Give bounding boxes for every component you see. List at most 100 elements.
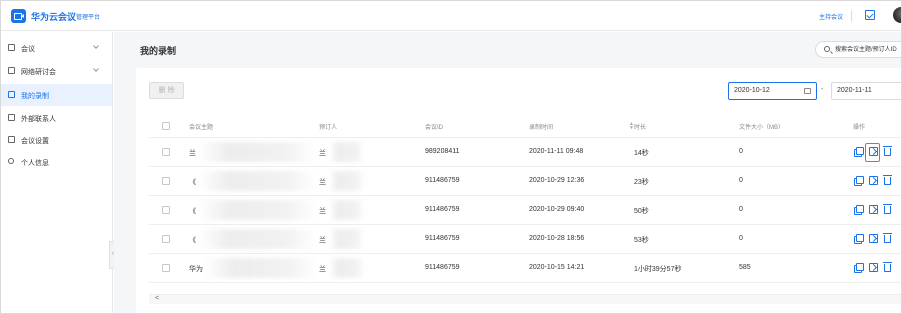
row-checkbox[interactable] xyxy=(162,177,170,185)
cell-duration: 1小时39分57秒 xyxy=(634,266,682,273)
sidebar-item-personal-info[interactable]: 个人信息 xyxy=(1,151,112,173)
table-row: 兰 兰 989208411 2020-11-11 09:48 14秒 0 xyxy=(149,138,901,167)
copy-icon[interactable] xyxy=(854,205,864,215)
brand-subtitle: 管理平台 xyxy=(76,15,101,21)
cell-meeting-id: 911486759 xyxy=(425,264,460,271)
redacted-blur xyxy=(199,171,317,191)
cell-booker: 兰 xyxy=(319,150,326,157)
sidebar-item-webinar[interactable]: 网络研讨会 xyxy=(1,60,112,82)
cell-duration: 14秒 xyxy=(634,150,649,157)
cell-booker: 兰 xyxy=(319,237,326,244)
share-link-icon[interactable] xyxy=(869,263,878,272)
copy-icon[interactable] xyxy=(854,263,864,273)
row-checkbox[interactable] xyxy=(162,148,170,156)
cell-subject: 《 xyxy=(189,208,196,215)
trash-icon[interactable] xyxy=(883,204,892,214)
redacted-blur xyxy=(199,142,317,162)
sidebar-item-meeting[interactable]: 会议 xyxy=(1,37,112,59)
cell-meeting-id: 911486759 xyxy=(425,235,460,242)
copy-icon[interactable] xyxy=(854,234,864,244)
cell-meeting-id: 989208411 xyxy=(425,148,460,155)
cell-file-size: 0 xyxy=(739,177,743,184)
recordings-card: 删 除 2020-10-12 - 2020-11-11 会议主题 预订人 会议I… xyxy=(136,68,901,313)
cell-duration: 53秒 xyxy=(634,237,649,244)
sidebar-item-label: 会议 xyxy=(21,46,35,53)
chevron-down-icon xyxy=(93,43,99,49)
cell-subject: 华为 xyxy=(189,266,203,273)
trash-icon[interactable] xyxy=(883,175,892,185)
copy-icon[interactable] xyxy=(854,147,864,157)
cell-record-time: 2020-10-29 12:36 xyxy=(529,177,585,184)
cell-file-size: 0 xyxy=(739,148,743,155)
column-header-meeting-id: 会议ID xyxy=(425,125,444,131)
row-checkbox[interactable] xyxy=(162,264,170,272)
meeting-icon xyxy=(8,44,15,51)
person-icon xyxy=(8,158,14,164)
cell-subject: 《 xyxy=(189,237,196,244)
delete-button[interactable]: 删 除 xyxy=(149,82,184,99)
cell-booker: 兰 xyxy=(319,266,326,273)
search-icon xyxy=(824,46,830,52)
cell-subject: 《 xyxy=(189,179,196,186)
contact-icon xyxy=(8,114,15,121)
cell-record-time: 2020-11-11 09:48 xyxy=(529,148,584,155)
sidebar-item-my-recordings[interactable]: 我的录制 xyxy=(1,84,112,106)
row-checkbox[interactable] xyxy=(162,235,170,243)
column-header-booker: 预订人 xyxy=(319,125,338,131)
sidebar-item-label: 个人信息 xyxy=(21,160,49,167)
share-link-icon[interactable] xyxy=(869,205,878,214)
select-all-checkbox[interactable] xyxy=(162,122,170,130)
app-window: 华为云会议 管理平台 主持会议 会议 网络研讨会 我的录制 外部联系人 会议设置 xyxy=(0,0,902,314)
sidebar-item-meeting-settings[interactable]: 会议设置 xyxy=(1,129,112,151)
trash-icon[interactable] xyxy=(883,262,892,272)
trash-icon[interactable] xyxy=(883,233,892,243)
share-link-icon[interactable] xyxy=(869,176,878,185)
cell-record-time: 2020-10-28 18:56 xyxy=(529,235,585,242)
horizontal-scrollbar[interactable]: < xyxy=(149,294,901,304)
search-box[interactable] xyxy=(815,41,901,58)
avatar[interactable] xyxy=(893,7,901,23)
cell-booker: 兰 xyxy=(319,179,326,186)
redacted-blur xyxy=(329,258,365,278)
host-meeting-link[interactable]: 主持会议 xyxy=(819,12,843,21)
cell-record-time: 2020-10-29 09:40 xyxy=(529,206,585,213)
scroll-left-icon[interactable]: < xyxy=(155,295,159,302)
checklist-icon[interactable] xyxy=(865,10,875,20)
column-header-duration: 时长 xyxy=(634,125,647,131)
top-header: 华为云会议 管理平台 主持会议 xyxy=(1,1,901,31)
column-header-actions: 操作 xyxy=(853,125,866,131)
table-row: 《 兰 911486759 2020-10-28 18:56 53秒 0 xyxy=(149,225,901,254)
start-date-picker[interactable]: 2020-10-12 xyxy=(728,82,817,100)
cell-duration: 50秒 xyxy=(634,208,649,215)
recording-icon xyxy=(8,91,15,98)
main-content: 我的录制 删 除 2020-10-12 - 2020-11-11 会议主题 预订… xyxy=(114,32,901,313)
table-row: 《 兰 911486759 2020-10-29 12:36 23秒 0 xyxy=(149,167,901,196)
sidebar-item-label: 我的录制 xyxy=(21,93,49,100)
redacted-blur xyxy=(329,171,365,191)
search-input[interactable] xyxy=(835,44,901,56)
table-header: 会议主题 预订人 会议ID 录制时间 ▲ ▼ 时长 文件大小（MB） 操作 xyxy=(149,116,901,138)
webinar-icon xyxy=(8,67,15,74)
share-link-icon[interactable] xyxy=(869,234,878,243)
cell-subject: 兰 xyxy=(189,150,196,157)
column-header-subject: 会议主题 xyxy=(189,125,214,131)
settings-icon xyxy=(8,136,15,143)
sidebar-item-external-contacts[interactable]: 外部联系人 xyxy=(1,107,112,129)
header-divider xyxy=(851,10,852,22)
end-date-picker[interactable]: 2020-11-11 xyxy=(831,82,901,100)
date-range-separator: - xyxy=(821,86,824,93)
sidebar-item-label: 会议设置 xyxy=(21,138,49,145)
copy-icon[interactable] xyxy=(854,176,864,186)
sidebar-item-label: 外部联系人 xyxy=(21,116,56,123)
cell-record-time: 2020-10-15 14:21 xyxy=(529,264,585,271)
start-date-value: 2020-10-12 xyxy=(734,87,770,94)
column-header-record-time[interactable]: 录制时间 xyxy=(529,122,553,131)
cell-file-size: 0 xyxy=(739,206,743,213)
redacted-blur xyxy=(199,229,317,249)
cell-duration: 23秒 xyxy=(634,179,649,186)
trash-icon[interactable] xyxy=(883,146,892,156)
row-checkbox[interactable] xyxy=(162,206,170,214)
redacted-blur xyxy=(329,142,365,162)
redacted-blur xyxy=(329,200,365,220)
page-title: 我的录制 xyxy=(140,46,177,56)
